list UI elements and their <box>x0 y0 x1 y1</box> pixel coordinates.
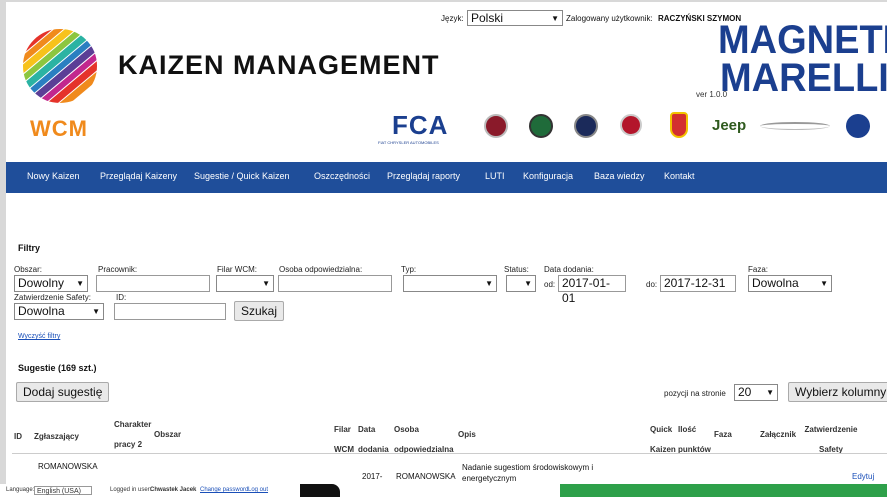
fca-logo: FCA <box>392 110 449 140</box>
col-header-id[interactable]: ID <box>14 432 22 441</box>
faza-select[interactable]: Dowolna ▼ <box>748 275 832 292</box>
col-header-obszar[interactable]: Obszar <box>154 430 181 439</box>
chevron-down-icon: ▼ <box>92 307 100 316</box>
main-nav: Nowy Kaizen Przeglądaj Kaizeny Sugestie … <box>6 162 887 193</box>
chevron-down-icon: ▼ <box>262 279 270 288</box>
brand-logo-line2: MARELLI <box>720 56 887 100</box>
pracownik-input[interactable] <box>96 275 210 292</box>
per-page-select[interactable]: 20 ▼ <box>734 384 778 401</box>
fiat-professional-logo <box>620 114 642 136</box>
logged-user-label: Zalogowany użytkownik: <box>566 14 653 23</box>
safety-label: Zatwierdzenie Safety: <box>14 293 91 302</box>
row-osoba: ROMANOWSKA <box>396 472 456 481</box>
nav-item-browse-kaizens[interactable]: Przeglądaj Kaizeny <box>100 171 177 181</box>
status-label: Status: <box>504 265 529 274</box>
nav-item-contact[interactable]: Kontakt <box>664 171 695 181</box>
page: Język: Polski ▼ Zalogowany użytkownik: R… <box>6 2 887 484</box>
chevron-down-icon: ▼ <box>76 279 84 288</box>
col-header-opis[interactable]: Opis <box>458 430 476 439</box>
lancia-logo <box>574 114 598 138</box>
nav-item-new-kaizen[interactable]: Nowy Kaizen <box>27 171 80 181</box>
choose-columns-button[interactable]: Wybierz kolumny <box>788 382 887 402</box>
table-row: ROMANOWSKA 2017- ROMANOWSKA Nadanie suge… <box>12 454 887 484</box>
obszar-select[interactable]: Dowolny ▼ <box>14 275 88 292</box>
mopar-logo <box>846 114 870 138</box>
language-select-value: Polski <box>471 11 504 25</box>
osoba-input[interactable] <box>278 275 392 292</box>
typ-select[interactable]: ▼ <box>403 275 497 292</box>
footer-language-select[interactable]: English (USA) <box>34 486 92 495</box>
chevron-down-icon: ▼ <box>524 279 532 288</box>
date-added-label: Data dodania: <box>544 265 594 274</box>
safety-select-value: Dowolna <box>18 304 65 318</box>
nav-item-knowledge-base[interactable]: Baza wiedzy <box>594 171 645 181</box>
wcm-logo-graphic <box>21 27 99 105</box>
nav-item-savings[interactable]: Oszczędności <box>314 171 370 181</box>
date-to-input[interactable]: 2017-12-31 <box>660 275 736 292</box>
col-header-zalacznik[interactable]: Załącznik <box>760 430 796 439</box>
status-select[interactable]: ▼ <box>506 275 536 292</box>
chevron-down-icon: ▼ <box>551 14 559 23</box>
filters-title: Filtry <box>18 243 41 253</box>
nav-item-reports[interactable]: Przeglądaj raporty <box>387 171 460 181</box>
footer-dark-shape <box>300 484 340 497</box>
jeep-logo: Jeep <box>712 117 747 134</box>
chrysler-logo <box>760 122 830 130</box>
col-header-pracy[interactable]: pracy 2 <box>114 440 142 449</box>
faza-label: Faza: <box>748 265 769 274</box>
abarth-logo <box>670 112 688 138</box>
footer-language-label: Language: <box>6 487 35 493</box>
date-from-label: od: <box>544 280 556 289</box>
safety-select[interactable]: Dowolna ▼ <box>14 303 104 320</box>
id-label: ID: <box>116 293 127 302</box>
filar-select[interactable]: ▼ <box>216 275 274 292</box>
per-page-label: pozycji na stronie <box>664 389 726 398</box>
alfa-romeo-logo <box>529 114 553 138</box>
fca-subtitle: FIAT CHRYSLER AUTOMOBILES <box>378 140 439 145</box>
filar-label: Filar WCM: <box>217 265 257 274</box>
col-header-zglaszajacy[interactable]: Zgłaszający <box>34 432 79 441</box>
nav-item-suggestions[interactable]: Sugestie / Quick Kaizen <box>194 171 290 181</box>
footer-logged-in-label: Logged in user: <box>110 487 152 493</box>
add-suggestion-button[interactable]: Dodaj sugestię <box>16 382 110 402</box>
nav-item-luti[interactable]: LUTI <box>485 171 505 181</box>
footer-change-password-link[interactable]: Change password <box>200 484 248 497</box>
pracownik-label: Pracownik: <box>98 265 138 274</box>
obszar-label: Obszar: <box>14 265 43 274</box>
fiat-logo <box>484 114 508 138</box>
date-to-label: do: <box>646 280 658 289</box>
faza-select-value: Dowolna <box>752 276 799 290</box>
wcm-logo <box>20 26 102 114</box>
footer-logout-link[interactable]: Log out <box>248 484 268 497</box>
row-data: 2017- <box>362 472 383 481</box>
chevron-down-icon: ▼ <box>766 388 774 397</box>
col-header-faza[interactable]: Faza <box>714 430 732 439</box>
clear-filters-link[interactable]: Wyczyść filtry <box>18 333 60 340</box>
nav-item-configuration[interactable]: Konfiguracja <box>523 171 573 181</box>
row-opis: Nadanie sugestiom środowiskowym i energe… <box>462 463 594 483</box>
osoba-label: Osoba odpowiedzialna: <box>279 265 363 274</box>
obszar-select-value: Dowolny <box>18 276 65 290</box>
brand-logo-line1: MAGNETI <box>718 18 887 62</box>
per-page-select-value: 20 <box>738 385 752 399</box>
col-header-charakter[interactable]: Charakter <box>114 420 151 429</box>
wcm-text: WCM <box>30 116 88 141</box>
id-input[interactable] <box>114 303 226 320</box>
footer-logged-in-user: Chwastek Jacek <box>150 487 197 493</box>
language-select[interactable]: Polski ▼ <box>467 10 563 26</box>
typ-label: Typ: <box>401 265 417 274</box>
app-title: KAIZEN MANAGEMENT <box>118 50 440 80</box>
chevron-down-icon: ▼ <box>485 279 493 288</box>
language-label: Język: <box>441 14 464 23</box>
list-title: Sugestie (169 szt.) <box>18 363 97 373</box>
row-edit-link[interactable]: Edytuj <box>852 472 874 481</box>
row-zglaszajacy: ROMANOWSKA <box>38 462 98 471</box>
footer-green-band <box>560 484 887 497</box>
version-text: ver 1.0.0 <box>696 90 728 99</box>
date-from-input[interactable]: 2017-01-01 <box>558 275 626 305</box>
search-button[interactable]: Szukaj <box>234 301 285 321</box>
footer-bar: Language: English (USA) Logged in user: … <box>0 484 887 497</box>
chevron-down-icon: ▼ <box>820 279 828 288</box>
